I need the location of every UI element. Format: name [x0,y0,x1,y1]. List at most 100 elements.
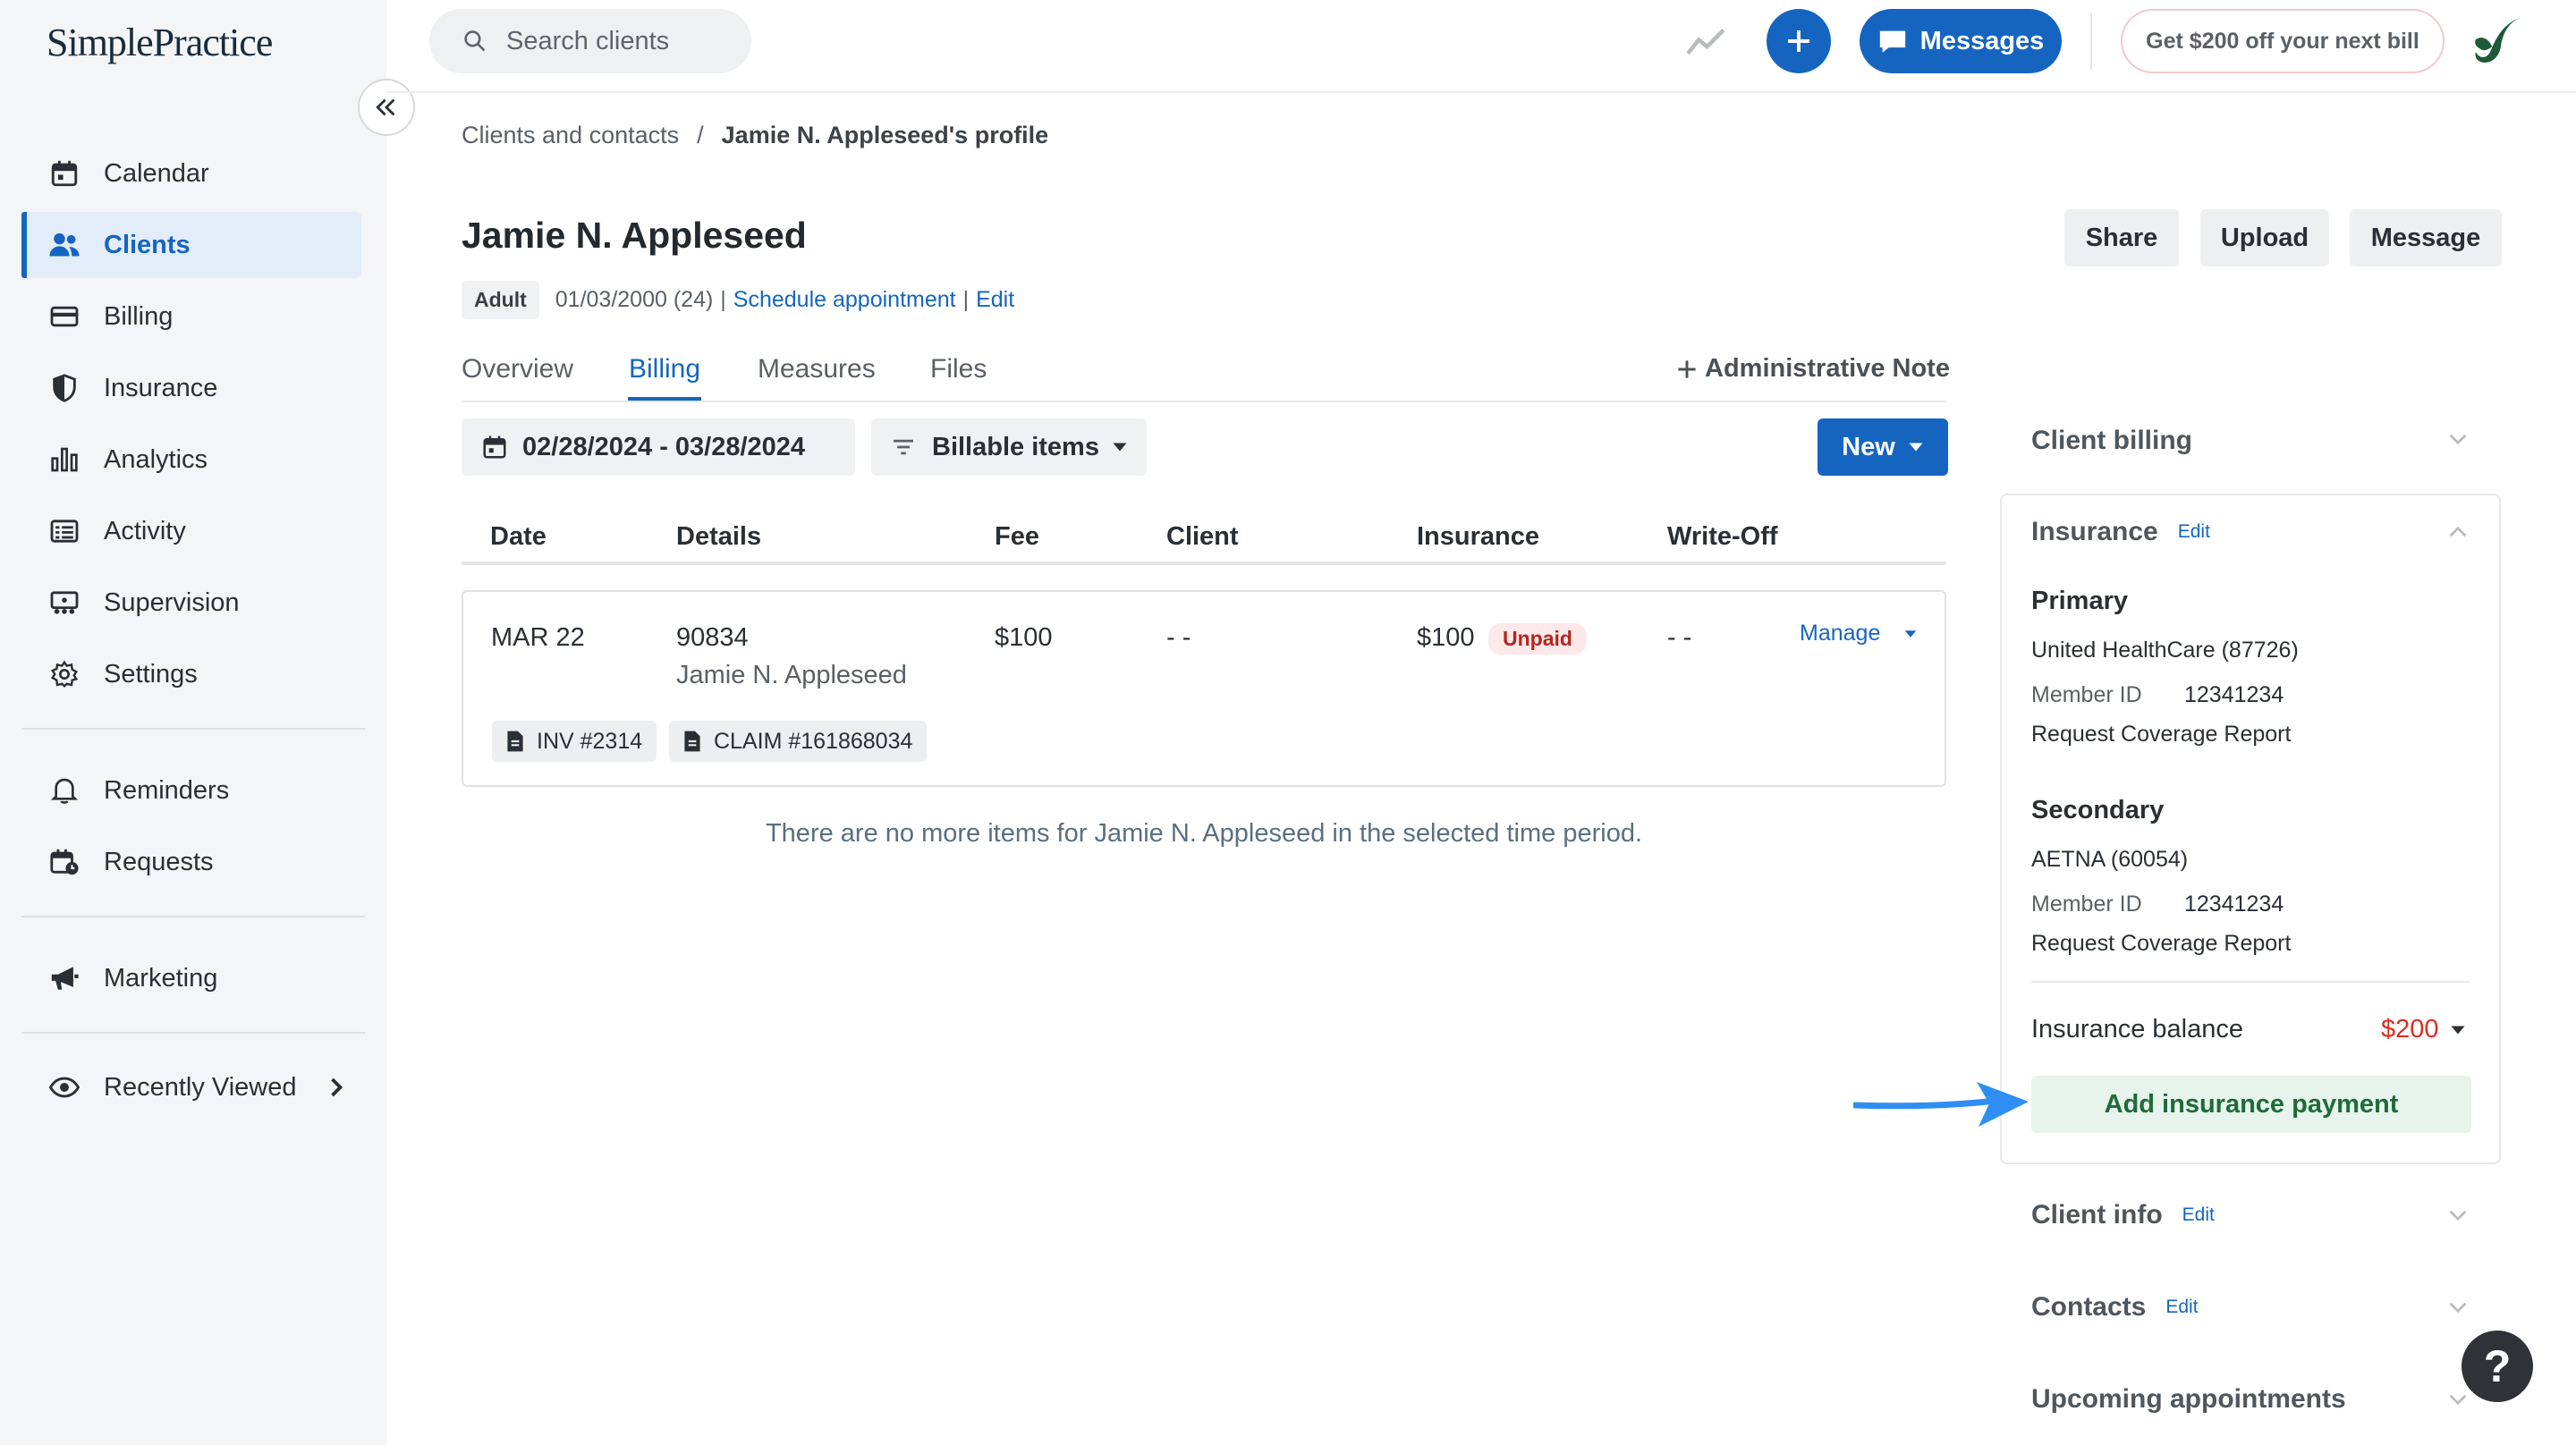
chevron-down-icon[interactable] [2447,1209,2469,1221]
column-header-write-off: Write-Off [1667,522,1778,551]
sidebar-item-requests[interactable]: Requests [21,829,361,895]
sidebar-item-marketing[interactable]: Marketing [21,945,361,1011]
filter-icon [894,439,913,455]
invoice-chip[interactable]: INV #2314 [492,721,657,762]
search-input[interactable] [506,26,739,56]
eye-icon [21,1077,93,1098]
breadcrumb-parent-link[interactable]: Clients and contacts [462,122,679,148]
sidebar-item-label: Settings [104,659,198,689]
topbar-separator [2090,13,2092,70]
sidebar-item-reminders[interactable]: Reminders [21,757,361,824]
manage-label: Manage [1800,621,1881,646]
secondary-member-label: Member ID [2031,892,2142,917]
row-write-off: - - [1667,623,1692,652]
insurance-header: Insurance Edit [2031,517,2210,547]
help-button[interactable]: ? [2462,1331,2533,1402]
tabs-divider [462,401,1946,402]
secondary-coverage-report-link[interactable]: Request Coverage Report [2031,931,2291,957]
app-logo[interactable]: SimplePractice [47,20,273,65]
caret-down-icon [1113,443,1127,452]
caret-down-icon [1905,630,1917,638]
sidebar-item-billing[interactable]: Billing [21,283,361,350]
date-range-filter[interactable]: 02/28/2024 - 03/28/2024 [462,418,855,476]
list-icon [21,519,93,544]
meta-separator: | [720,287,726,312]
credit-card-icon [21,304,93,329]
sidebar-item-analytics[interactable]: Analytics [21,427,361,493]
tab-files[interactable]: Files [930,354,987,384]
sidebar-item-label: Insurance [104,373,218,402]
tab-overview[interactable]: Overview [462,354,573,384]
sidebar-item-supervision[interactable]: Supervision [21,570,361,636]
client-info-header[interactable]: Client info Edit [2031,1200,2215,1230]
chevron-up-icon[interactable] [2447,526,2469,538]
edit-client-link[interactable]: Edit [976,287,1014,313]
chevron-down-icon[interactable] [2447,1301,2469,1314]
chevron-down-icon[interactable] [2447,433,2469,445]
claim-label: CLAIM #161868034 [714,728,913,754]
collapse-sidebar-button[interactable] [358,79,415,136]
account-logo-icon[interactable] [2470,14,2524,66]
tab-billing[interactable]: Billing [629,354,700,384]
sidebar-divider [21,1032,365,1034]
claim-chip[interactable]: CLAIM #161868034 [669,721,928,762]
sidebar-item-settings[interactable]: Settings [21,641,361,707]
message-button[interactable]: Message [2350,209,2502,266]
users-icon [21,231,93,259]
administrative-note-button[interactable]: Administrative Note [1676,354,1950,384]
sidebar-item-label: Recently Viewed [104,1072,297,1102]
column-header-insurance: Insurance [1417,522,1539,551]
highlight-arrow-icon [1853,1077,2032,1130]
tab-measures[interactable]: Measures [758,354,876,384]
column-header-date: Date [490,522,547,551]
billable-items-filter[interactable]: Billable items [871,418,1147,476]
sidebar-item-clients[interactable]: Clients [21,212,361,278]
gear-icon [21,660,93,689]
promo-button[interactable]: Get $200 off your next bill [2121,9,2445,73]
edit-client-info-link[interactable]: Edit [2182,1204,2215,1226]
client-type-badge: Adult [462,281,539,319]
primary-member-label: Member ID [2031,682,2142,707]
meta-separator: | [962,287,970,312]
bell-icon [21,776,93,805]
insurance-balance-label: Insurance balance [2031,1015,2243,1044]
sidebar-divider [21,728,365,730]
sidebar-item-calendar[interactable]: Calendar [21,140,361,207]
sidebar-item-activity[interactable]: Activity [21,498,361,564]
sidebar-item-recently-viewed[interactable]: Recently Viewed [21,1054,361,1120]
add-insurance-payment-button[interactable]: Add insurance payment [2031,1076,2471,1133]
insurance-balance-dropdown[interactable]: $200 [2381,1015,2466,1044]
sidebar-item-label: Reminders [104,775,230,805]
calendar-icon [483,435,506,459]
column-header-details: Details [676,522,762,551]
share-button[interactable]: Share [2064,209,2179,266]
schedule-appointment-link[interactable]: Schedule appointment [733,287,956,313]
row-insurance-amount: $100 [1417,623,1475,652]
secondary-member-id: 12341234 [2184,892,2284,917]
create-button[interactable] [1767,9,1831,73]
upcoming-appointments-header[interactable]: Upcoming appointments [2031,1384,2346,1415]
trend-icon[interactable] [1685,25,1726,57]
sidebar-item-label: Analytics [104,444,208,474]
billable-items-label: Billable items [932,432,1099,461]
sidebar-divider [21,916,365,917]
new-button[interactable]: New [1818,418,1948,476]
upcoming-appointments-label: Upcoming appointments [2031,1384,2346,1414]
contacts-header[interactable]: Contacts Edit [2031,1292,2199,1322]
sidebar-item-insurance[interactable]: Insurance [21,355,361,421]
insurance-label: Insurance [2031,517,2158,546]
messages-button[interactable]: Messages [1860,9,2062,73]
empty-state-message: There are no more items for Jamie N. App… [765,819,1643,848]
page-title: Jamie N. Appleseed [462,215,807,256]
chevron-right-icon [329,1077,343,1098]
edit-contacts-link[interactable]: Edit [2165,1297,2198,1318]
client-billing-header[interactable]: Client billing [2031,426,2192,456]
primary-coverage-report-link[interactable]: Request Coverage Report [2031,722,2291,748]
edit-insurance-link[interactable]: Edit [2178,521,2210,543]
manage-dropdown[interactable]: Manage [1800,621,1918,646]
sidebar-item-label: Requests [104,847,214,876]
plus-icon [1678,359,1696,378]
upload-button[interactable]: Upload [2200,209,2329,266]
search-bar[interactable] [429,9,751,73]
chevron-down-icon[interactable] [2447,1393,2469,1406]
